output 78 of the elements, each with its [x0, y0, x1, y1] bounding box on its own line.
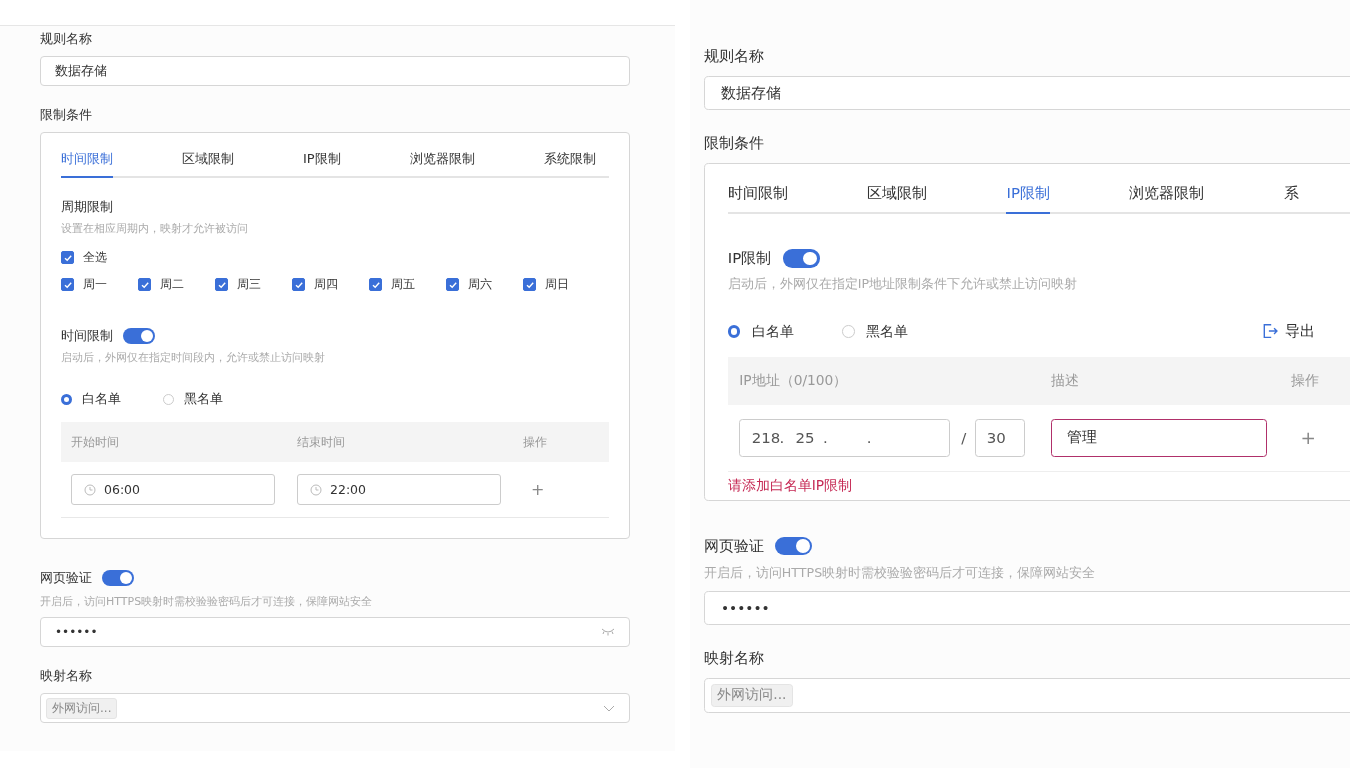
radio-button[interactable] — [727, 324, 741, 338]
tab[interactable]: 时间限制 — [61, 143, 113, 178]
checkbox-label: 周一 — [83, 276, 107, 293]
checkbox-label: 周六 — [468, 276, 492, 293]
checkbox[interactable] — [61, 251, 74, 264]
field-label: 映射名称 — [703, 648, 765, 669]
checkbox[interactable] — [215, 278, 228, 291]
toggle-switch[interactable] — [782, 249, 820, 268]
toggle-label: IP限制 — [727, 248, 772, 269]
tab[interactable]: IP限制 — [303, 143, 341, 178]
time-field[interactable]: 06:00 — [71, 474, 275, 505]
radio-label: 白名单 — [751, 321, 794, 341]
hint-text: 设置在相应周期内，映射才允许被访问 — [61, 222, 249, 236]
section-label: 限制条件 — [40, 106, 93, 124]
checkbox-label: 周三 — [237, 276, 261, 293]
tab[interactable]: 区域限制 — [867, 175, 928, 214]
toggle-switch[interactable] — [102, 570, 134, 586]
checkbox-label: 全选 — [83, 249, 107, 266]
toggle-label: 网页验证 — [703, 535, 764, 557]
tab[interactable]: 时间限制 — [727, 175, 788, 214]
column-header: IP地址（0/100） — [739, 372, 849, 391]
ip-address-field[interactable]: 218. 25 . . — [739, 419, 950, 457]
radio-label: 白名单 — [82, 391, 121, 408]
checkbox[interactable] — [138, 278, 151, 291]
field-label: 规则名称 — [40, 30, 93, 48]
hint-text: 启动后，外网仅在指定IP地址限制条件下允许或禁止访问映射 — [727, 275, 1079, 292]
radio-label: 黑名单 — [184, 391, 223, 408]
add-button[interactable]: + — [523, 480, 553, 499]
separator-text: / — [961, 428, 967, 447]
toggle-label: 网页验证 — [40, 569, 92, 587]
hint-text: 启动后，外网仅在指定时间段内，允许或禁止访问映射 — [61, 351, 326, 365]
description-field[interactable]: 管理 — [1050, 419, 1268, 457]
column-header: 结束时间 — [297, 433, 346, 451]
toggle-label: 时间限制 — [61, 327, 113, 345]
column-header: 开始时间 — [71, 433, 120, 451]
column-header: 操作 — [1291, 372, 1320, 391]
export-icon — [1261, 323, 1278, 340]
password-field[interactable]: •••••• — [703, 590, 1350, 626]
tab[interactable]: 区域限制 — [182, 143, 234, 178]
tab[interactable]: 浏览器限制 — [1129, 175, 1205, 214]
field-label: 规则名称 — [703, 46, 765, 67]
password-field[interactable]: •••••• — [40, 617, 630, 647]
export-button[interactable]: 导出 — [1261, 321, 1315, 341]
tab[interactable]: 系 — [1283, 175, 1299, 214]
checkbox[interactable] — [61, 278, 74, 291]
clock-icon — [84, 483, 96, 496]
rule-name-field[interactable]: 数据存储 — [703, 75, 1350, 111]
chevron-down-icon — [603, 704, 615, 712]
error-message: 请添加白名单IP限制 — [727, 477, 854, 496]
checkbox-label: 周二 — [160, 276, 184, 293]
add-button[interactable]: + — [1291, 427, 1326, 449]
checkbox[interactable] — [523, 278, 536, 291]
hint-text: 开启后，访问HTTPS映射时需校验验密码后才可连接，保障网站安全 — [40, 595, 374, 609]
column-header: 描述 — [1050, 372, 1080, 391]
tab[interactable]: 浏览器限制 — [409, 143, 475, 178]
clock-icon — [310, 483, 322, 496]
section-label: 限制条件 — [703, 133, 765, 155]
checkbox-label: 周五 — [391, 276, 415, 293]
radio-label: 黑名单 — [866, 321, 909, 341]
checkbox[interactable] — [292, 278, 305, 291]
hint-text: 开启后，访问HTTPS映射时需校验验密码后才可连接，保障网站安全 — [703, 565, 1097, 582]
checkbox[interactable] — [446, 278, 459, 291]
checkbox-label: 周四 — [314, 276, 338, 293]
time-field[interactable]: 22:00 — [297, 474, 501, 505]
toggle-switch[interactable] — [123, 328, 155, 344]
tag: 外网访问... — [46, 697, 118, 719]
toggle-switch[interactable] — [775, 536, 813, 556]
field-label: 映射名称 — [40, 667, 93, 685]
section-title: 周期限制 — [61, 198, 114, 216]
column-header: 操作 — [523, 433, 547, 451]
rule-name-field[interactable]: 数据存储 — [40, 56, 630, 86]
tab[interactable]: 系统限制 — [543, 143, 596, 178]
tag: 外网访问... — [710, 684, 794, 707]
tab[interactable]: IP限制 — [1006, 175, 1050, 214]
checkbox-label: 周日 — [545, 276, 569, 293]
radio-button[interactable] — [61, 394, 72, 405]
prefix-field[interactable]: 30 — [975, 419, 1025, 457]
checkbox[interactable] — [369, 278, 382, 291]
